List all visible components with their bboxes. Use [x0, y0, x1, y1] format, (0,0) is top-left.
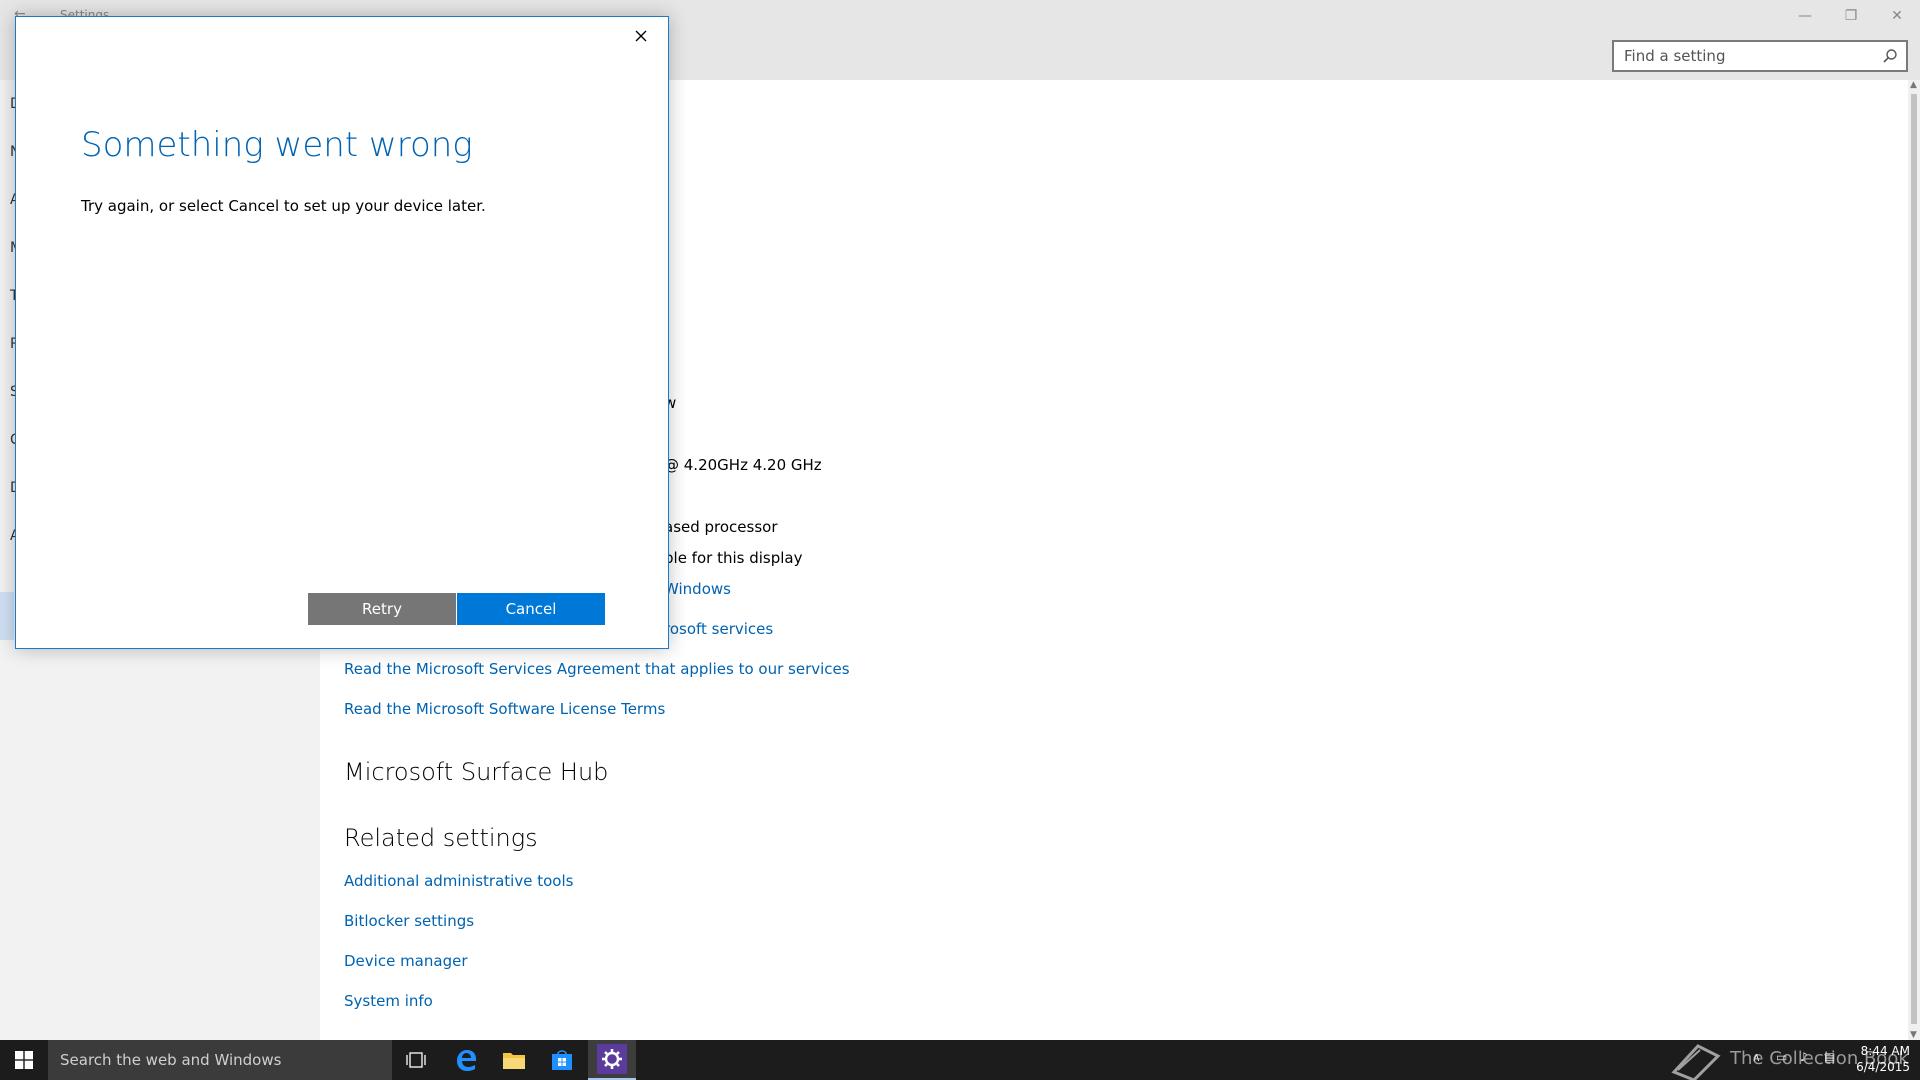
cancel-button[interactable]: Cancel: [457, 593, 605, 625]
system-info-link[interactable]: System info: [344, 992, 433, 1010]
taskbar-search[interactable]: Search the web and Windows: [48, 1040, 392, 1080]
services-agreement-link[interactable]: Read the Microsoft Services Agreement th…: [344, 660, 850, 678]
chevron-up-icon[interactable]: ∧: [1752, 1050, 1766, 1066]
task-view-button[interactable]: [392, 1040, 440, 1080]
find-setting-input[interactable]: [1614, 47, 1864, 65]
partial-link-windows[interactable]: Windows: [664, 580, 731, 598]
system-tray: ∧ ▭ ♪ ▤: [1752, 1050, 1838, 1066]
surface-hub-heading: Microsoft Surface Hub: [344, 758, 609, 786]
edge-browser-button[interactable]: [442, 1040, 490, 1080]
taskbar-search-text: Search the web and Windows: [60, 1051, 282, 1069]
settings-app-button[interactable]: [588, 1040, 636, 1080]
related-settings-heading: Related settings: [344, 824, 538, 852]
store-icon: [552, 1050, 572, 1070]
close-window-button[interactable]: ✕: [1874, 0, 1920, 32]
folder-icon: [503, 1053, 525, 1069]
taskbar: Search the web and Windows The Collectio…: [0, 1040, 1920, 1080]
dialog-title: Something went wrong: [81, 125, 473, 165]
clock-time: 8:44 AM: [1860, 1044, 1910, 1058]
retry-button[interactable]: Retry: [308, 593, 456, 625]
nav-selected-indicator: [0, 592, 14, 640]
system-type-line: ased processor: [664, 518, 778, 536]
scroll-thumb[interactable]: [1911, 94, 1917, 1024]
volume-icon[interactable]: ♪: [1800, 1050, 1814, 1066]
maximize-button[interactable]: ❐: [1828, 0, 1874, 32]
edge-icon: [457, 1050, 476, 1071]
pen-touch-line: ble for this display: [664, 549, 803, 567]
taskbar-clock[interactable]: 8:44 AM 6/4/2015: [1848, 1043, 1910, 1075]
dialog-message: Try again, or select Cancel to set up yo…: [81, 197, 486, 215]
file-explorer-button[interactable]: [490, 1040, 538, 1080]
partial-link-services[interactable]: rosoft services: [664, 620, 773, 638]
search-icon[interactable]: [1882, 48, 1898, 64]
processor-line: @ 4.20GHz 4.20 GHz: [664, 456, 822, 474]
start-button[interactable]: [0, 1040, 48, 1080]
minimize-button[interactable]: —: [1782, 0, 1828, 32]
content-scrollbar[interactable]: ▲ ▼: [1908, 80, 1920, 1040]
close-icon: [635, 30, 647, 42]
error-dialog: Something went wrong Try again, or selec…: [15, 16, 669, 649]
dialog-close-button[interactable]: [628, 23, 654, 49]
windows-logo-icon: [15, 1051, 33, 1069]
device-manager-link[interactable]: Device manager: [344, 952, 468, 970]
admin-tools-link[interactable]: Additional administrative tools: [344, 872, 573, 890]
network-icon[interactable]: ▭: [1776, 1050, 1790, 1066]
action-center-icon[interactable]: ▤: [1824, 1050, 1838, 1066]
find-setting-search: [1612, 40, 1908, 72]
settings-gear-icon: [597, 1044, 627, 1074]
clock-date: 6/4/2015: [1856, 1060, 1910, 1074]
task-view-icon: [406, 1052, 426, 1068]
bitlocker-link[interactable]: Bitlocker settings: [344, 912, 474, 930]
store-button[interactable]: [538, 1040, 586, 1080]
book-watermark-icon: [1671, 1044, 1721, 1080]
scroll-up-icon[interactable]: ▲: [1910, 80, 1917, 90]
window-controls: — ❐ ✕: [1782, 0, 1920, 32]
license-terms-link[interactable]: Read the Microsoft Software License Term…: [344, 700, 665, 718]
scroll-down-icon[interactable]: ▼: [1910, 1030, 1917, 1040]
